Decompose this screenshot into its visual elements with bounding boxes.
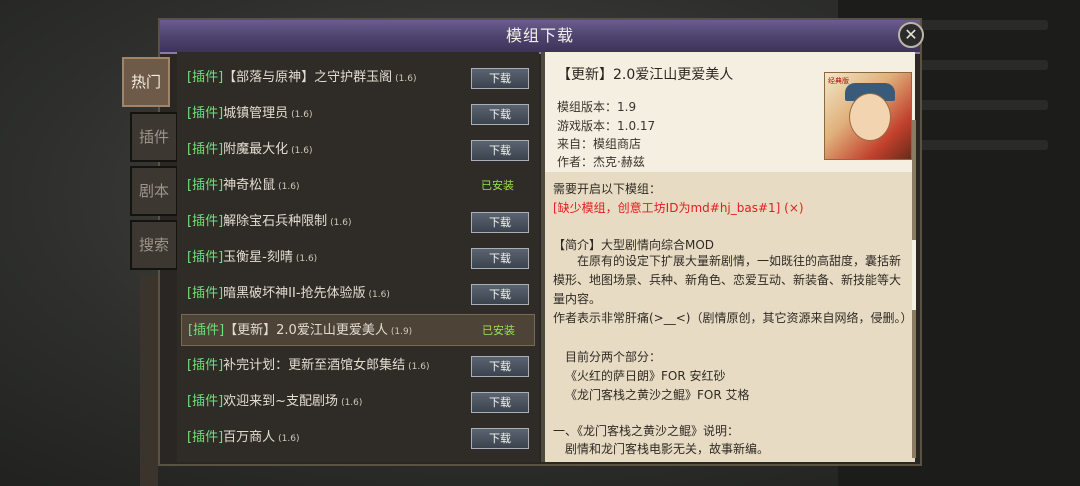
section-1-heading: 一、《龙门客栈之黄沙之鲲》说明： [553, 424, 740, 438]
list-item[interactable]: [插件]暗黑破坏神II-抢先体验版 (1.6) 下载 [181, 278, 535, 310]
item-tag: [插件] [187, 106, 224, 121]
item-tag: [插件] [188, 323, 225, 338]
mod-thumbnail: 经典版 [824, 72, 912, 160]
author-note: 作者表示非常肝痛(>__<)（剧情原创，其它资源来自网络，侵删。） [553, 311, 913, 325]
download-button[interactable]: 下载 [471, 140, 529, 161]
installed-status: 已安装 [481, 179, 514, 192]
item-version: (1.6) [341, 398, 363, 408]
item-name: 玉衡星-刻晴 [223, 250, 293, 265]
item-version: (1.6) [395, 74, 417, 84]
missing-mod-warning: [缺少模组，创意工坊ID为md#hj_bas#1] (×) [553, 201, 804, 215]
thumbnail-stamp: 经典版 [828, 77, 849, 85]
parts-heading: 目前分两个部分： [565, 350, 662, 364]
game-version: 游戏版本：1.0.17 [557, 119, 656, 133]
item-tag: [插件] [187, 358, 224, 373]
list-item[interactable]: [插件]解除宝石兵种限制 (1.6) 下载 [181, 206, 535, 238]
part-1: 《火红的萨日朗》FOR 安红砂 [565, 369, 726, 383]
item-version: (1.6) [278, 434, 300, 444]
dialog-title: 模组下载 [160, 20, 920, 54]
mod-version: 模组版本：1.9 [557, 100, 637, 114]
item-version: (1.9) [390, 327, 413, 337]
list-item[interactable]: [插件]百万商人 (1.6) 下载 [181, 422, 535, 454]
list-item[interactable]: [插件]【部落与原神】之守护群玉阁 (1.6) 下载 [181, 62, 535, 94]
list-item[interactable]: [插件]补完计划：更新至酒馆女郎集结 (1.6) 下载 [181, 350, 535, 382]
close-icon[interactable]: ✕ [898, 22, 924, 48]
requires-label: 需要开启以下模组： [553, 182, 662, 196]
intro-heading: 【简介】大型剧情向综合MOD [553, 238, 715, 252]
item-name: 附魔最大化 [223, 142, 289, 157]
detail-title: 【更新】2.0爱江山更爱美人 [557, 67, 734, 83]
download-button[interactable]: 下载 [471, 212, 529, 233]
source: 来自：模组商店 [557, 137, 642, 151]
item-version: (1.6) [330, 218, 352, 228]
intro-body: 在原有的设定下扩展大量新剧情，一如既往的高甜度，囊括新模形、地图场景、兵种、新角… [553, 254, 902, 306]
item-tag: [插件] [187, 250, 224, 265]
item-name: 百万商人 [223, 430, 276, 445]
item-tag: [插件] [187, 430, 224, 445]
item-name: 神奇松鼠 [223, 178, 276, 193]
tab-search[interactable]: 搜索 [130, 220, 178, 270]
list-item-selected[interactable]: [插件]【更新】2.0爱江山更爱美人 (1.9) 已安装 [181, 314, 535, 346]
list-item[interactable]: [插件]玉衡星-刻晴 (1.6) 下载 [181, 242, 535, 274]
item-version: (1.6) [278, 182, 300, 192]
item-name: 欢迎来到~支配剧场 [223, 394, 339, 409]
tab-scripts[interactable]: 剧本 [130, 166, 178, 216]
item-version: (1.6) [291, 146, 313, 156]
download-button[interactable]: 下载 [471, 68, 529, 89]
item-name: 【部落与原神】之守护群玉阁 [223, 70, 393, 85]
mod-detail-panel: 【更新】2.0爱江山更爱美人 模组版本：1.9 游戏版本：1.0.17 来自：模… [545, 52, 915, 462]
detail-scroll-thumb[interactable] [912, 240, 916, 310]
item-version: (1.6) [408, 362, 430, 372]
background-pole [140, 275, 158, 486]
download-button[interactable]: 下载 [471, 104, 529, 125]
download-button[interactable]: 下载 [471, 428, 529, 449]
item-tag: [插件] [187, 394, 224, 409]
mod-list: [插件]【部落与原神】之守护群玉阁 (1.6) 下载 [插件]城镇管理员 (1.6)… [177, 52, 539, 462]
item-name: 城镇管理员 [223, 106, 289, 121]
download-button[interactable]: 下载 [471, 248, 529, 269]
item-tag: [插件] [187, 178, 224, 193]
item-name: 解除宝石兵种限制 [223, 214, 328, 229]
download-button[interactable]: 下载 [471, 392, 529, 413]
item-version: (1.6) [291, 110, 313, 120]
tab-plugins[interactable]: 插件 [130, 112, 178, 162]
download-button[interactable]: 下载 [471, 284, 529, 305]
item-name: 【更新】2.0爱江山更爱美人 [224, 323, 388, 338]
item-version: (1.6) [295, 254, 318, 264]
item-name: 补完计划：更新至酒馆女郎集结 [223, 358, 406, 373]
item-version: (1.6) [368, 290, 390, 300]
item-tag: [插件] [187, 70, 224, 85]
list-item[interactable]: [插件]城镇管理员 (1.6) 下载 [181, 98, 535, 130]
list-item[interactable]: [插件]附魔最大化 (1.6) 下载 [181, 134, 535, 166]
part-2: 《龙门客栈之黄沙之鲲》FOR 艾格 [565, 388, 750, 402]
tab-hot[interactable]: 热门 [122, 57, 170, 107]
item-name: 暗黑破坏神II-抢先体验版 [223, 286, 366, 301]
installed-status: 已安装 [482, 324, 515, 337]
detail-header: 【更新】2.0爱江山更爱美人 模组版本：1.9 游戏版本：1.0.17 来自：模… [545, 52, 915, 172]
list-item[interactable]: [插件]欢迎来到~支配剧场 (1.6) 下载 [181, 386, 535, 418]
item-tag: [插件] [187, 214, 224, 229]
item-tag: [插件] [187, 286, 224, 301]
section-1-body: 剧情和龙门客栈电影无关，故事新编。 [565, 442, 770, 456]
author: 作者：杰克·赫兹 [557, 155, 645, 169]
item-tag: [插件] [187, 142, 224, 157]
list-item[interactable]: [插件]神奇松鼠 (1.6) 已安装 [181, 170, 535, 202]
download-button[interactable]: 下载 [471, 356, 529, 377]
